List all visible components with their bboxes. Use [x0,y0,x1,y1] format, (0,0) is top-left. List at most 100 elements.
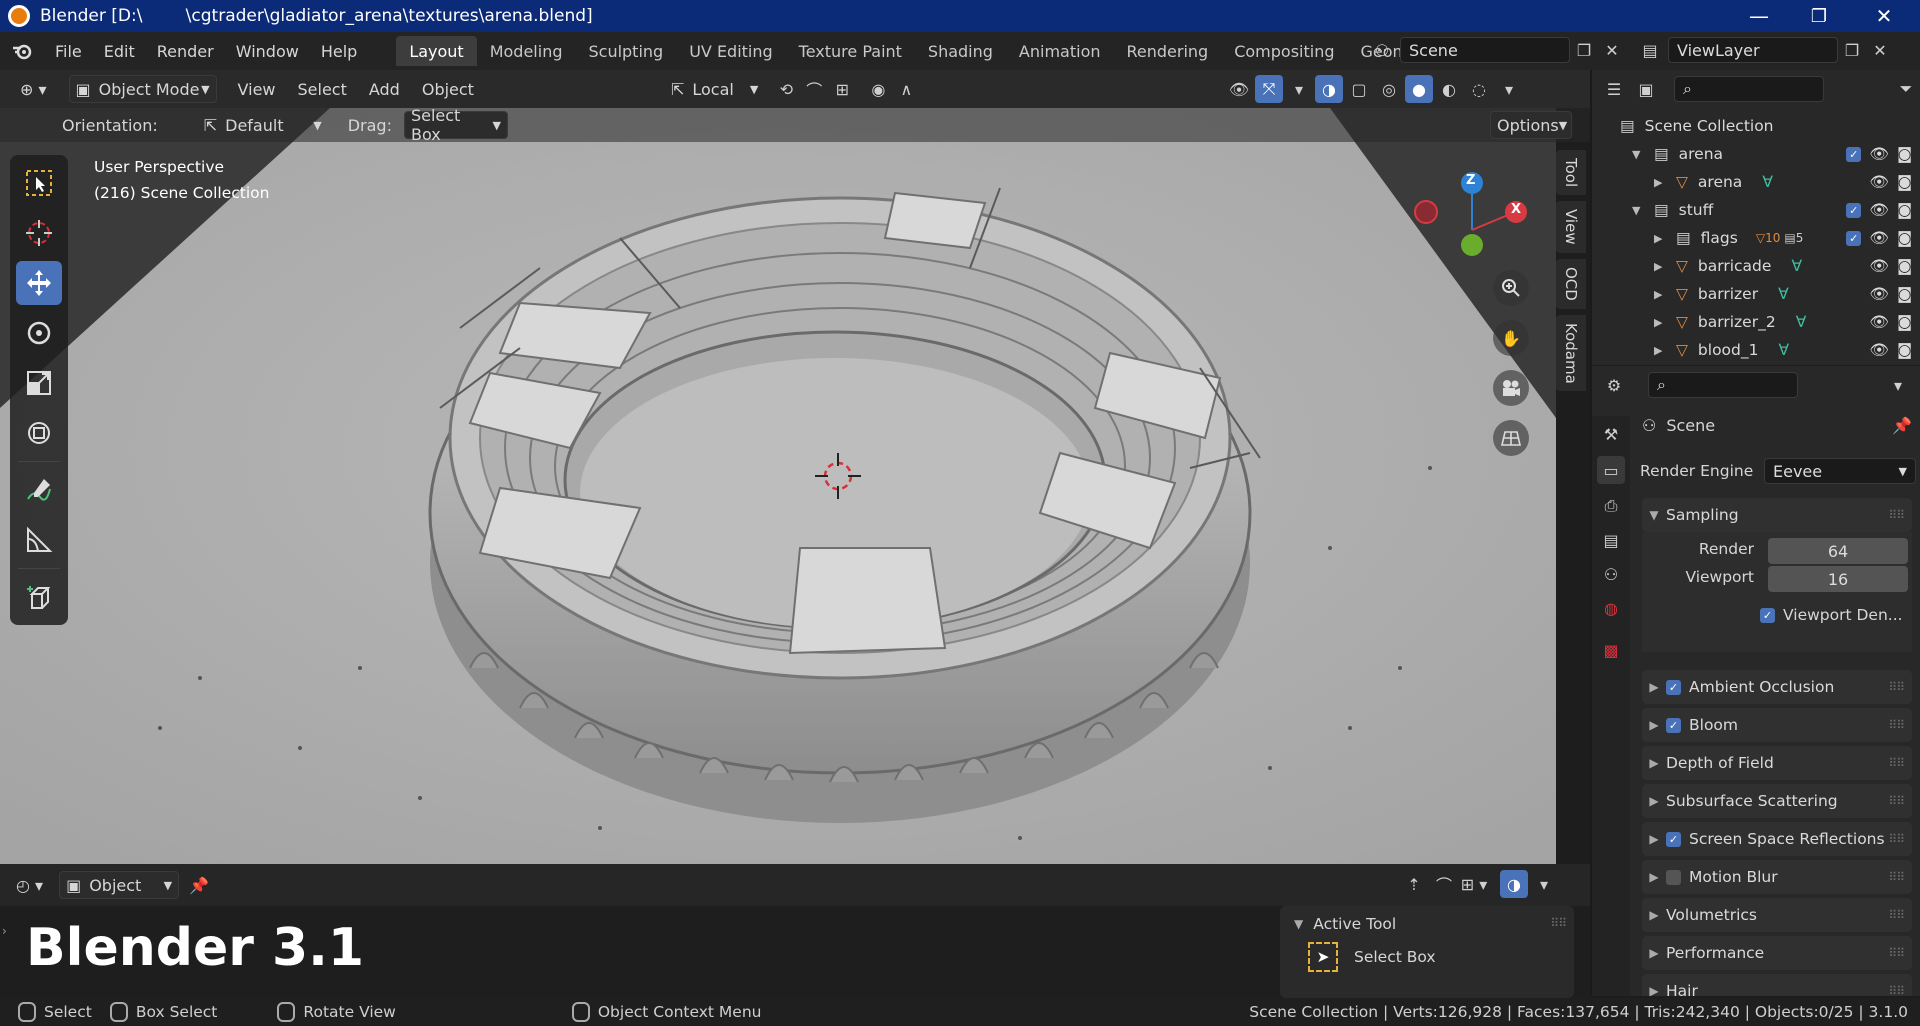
properties-editor-icon[interactable]: ⚙ [1600,371,1628,399]
panel-subsurface-scattering[interactable]: ▶ Subsurface Scattering ⠿⠿ [1642,784,1912,818]
menu-edit[interactable]: Edit [93,42,146,61]
eye-icon[interactable]: 👁 [1869,229,1889,247]
viewport-samples-field[interactable]: 16 [1768,566,1908,592]
orientation-dropdown[interactable]: ⇱ Default ▼ [198,111,328,139]
camera-render-icon[interactable]: ◙ [1897,201,1912,219]
outliner-row[interactable]: ▶ ▤ flags ▽10 ▤5 ✓ 👁 ◙ [1592,224,1920,252]
overlay-menu-icon[interactable]: ▾ [1530,870,1558,898]
menu-window[interactable]: Window [225,42,310,61]
drag-handle-icon[interactable]: ⠿⠿ [1888,794,1905,808]
tab-shading[interactable]: Shading [915,36,1006,66]
tab-rendering[interactable]: Rendering [1114,36,1222,66]
3d-viewport[interactable] [0,108,1556,864]
tab-texture-paint[interactable]: Texture Paint [786,36,915,66]
shading-menu-icon[interactable]: ▾ [1495,75,1523,103]
panel-checkbox[interactable] [1666,869,1681,885]
pan-hand-icon[interactable]: ✋ [1493,320,1529,356]
visibility-icon[interactable]: 👁 [1225,75,1253,103]
menu-select[interactable]: Select [287,80,358,99]
panel-screen-space-reflections[interactable]: ▶ ✓ Screen Space Reflections ⠿⠿ [1642,822,1912,856]
expand-arrow-icon[interactable]: ▶ [1654,316,1670,329]
tab-kodama[interactable]: Kodama [1556,314,1586,392]
tab-modeling[interactable]: Modeling [477,36,576,66]
pin-icon[interactable]: 📌 [1892,416,1912,435]
wireframe-shading-icon[interactable]: ◎ [1375,75,1403,103]
render-tab-icon[interactable]: ▭ [1597,456,1625,484]
panel-checkbox[interactable]: ✓ [1666,831,1681,847]
tab-ocd[interactable]: OCD [1556,258,1586,309]
transform-tool-icon[interactable] [16,411,62,455]
active-tool-row[interactable]: ➤ Select Box [1280,942,1574,972]
child-collection-badge[interactable]: ▤5 [1784,231,1803,245]
blender-menu-icon[interactable] [0,42,44,60]
material-shading-icon[interactable]: ◐ [1435,75,1463,103]
rotate-tool-icon[interactable] [16,311,62,355]
drag-handle-icon[interactable]: ⠿⠿ [1888,832,1905,846]
drag-dropdown[interactable]: Select Box ▼ [403,106,508,144]
drag-handle-icon[interactable]: ⠿⠿ [1888,680,1905,694]
tool-tab-icon[interactable]: ⚒ [1597,420,1625,448]
scene-selector[interactable]: Scene [1400,37,1570,63]
properties-search-input[interactable]: ⌕ [1648,372,1798,398]
delete-scene-icon[interactable]: ✕ [1598,36,1626,64]
eye-icon[interactable]: 👁 [1869,285,1889,303]
outliner-row[interactable]: ▶ ▽ arena ∀ 👁 ◙ [1592,168,1920,196]
expand-arrow-icon[interactable]: › [2,924,7,938]
falloff-icon[interactable]: ∧ [892,75,920,103]
select-box-tool-icon[interactable] [16,161,62,205]
expand-arrow-icon[interactable]: ▶ [1654,176,1670,189]
collapse-arrow-icon[interactable]: ▼ [1632,204,1648,217]
eye-icon[interactable]: 👁 [1869,313,1889,331]
measure-tool-icon[interactable] [16,518,62,562]
filter-icon[interactable]: ⏷ [1892,75,1920,103]
outliner-search-input[interactable]: ⌕ [1674,76,1824,102]
camera-render-icon[interactable]: ◙ [1897,229,1912,247]
mesh-data-icon[interactable]: ∀ [1778,341,1789,359]
expand-arrow-icon[interactable]: ▶ [1654,260,1670,273]
world-tab-icon[interactable]: ◍ [1597,594,1625,622]
expand-arrow-icon[interactable]: ▶ [1654,288,1670,301]
active-tool-header[interactable]: ▼ Active Tool ⠿⠿ [1280,906,1574,942]
eye-icon[interactable]: 👁 [1869,201,1889,219]
render-engine-dropdown[interactable]: Eevee ▼ [1764,458,1916,484]
close-button[interactable]: ✕ [1855,0,1913,32]
eye-icon[interactable]: 👁 [1869,173,1889,191]
gizmo-menu-icon[interactable]: ▾ [1285,75,1313,103]
pin-icon[interactable]: 📌 [185,871,213,899]
drag-handle-icon[interactable]: ⠿⠿ [1888,984,1905,996]
camera-render-icon[interactable]: ◙ [1897,313,1912,331]
new-scene-icon[interactable]: ❐ [1570,36,1598,64]
solid-shading-icon[interactable]: ● [1405,75,1433,103]
panel-motion-blur[interactable]: ▶ Motion Blur ⠿⠿ [1642,860,1912,894]
zoom-icon[interactable] [1493,270,1529,306]
editor-type-icon[interactable]: ⊕ ▾ [14,75,53,103]
chevron-down-icon[interactable]: ▾ [1884,371,1912,399]
mesh-data-icon[interactable]: ∀ [1778,285,1789,303]
outliner-row[interactable]: ▼ ▤ arena ✓ 👁 ◙ [1592,140,1920,168]
timeline-editor-icon[interactable]: ◴ ▾ [10,871,49,899]
outliner-row[interactable]: ▶ ▽ barrizer_2 ∀ 👁 ◙ [1592,308,1920,336]
drag-handle-icon[interactable]: ⠿⠿ [1888,756,1905,770]
panel-volumetrics[interactable]: ▶ Volumetrics ⠿⠿ [1642,898,1912,932]
new-view-layer-icon[interactable]: ❐ [1838,36,1866,64]
menu-render[interactable]: Render [146,42,225,61]
tab-tool[interactable]: Tool [1556,150,1586,196]
menu-add[interactable]: Add [358,80,411,99]
snap-icon[interactable]: ⌒ [800,75,828,103]
rendered-shading-icon[interactable]: ◌ [1465,75,1493,103]
viewport-denoise-toggle[interactable]: ✓ Viewport Den... [1760,606,1903,624]
tab-layout[interactable]: Layout [396,36,477,66]
drag-handle-icon[interactable]: ⠿⠿ [1888,870,1905,884]
output-tab-icon[interactable]: ⎙ [1597,492,1625,520]
options-dropdown[interactable]: Options ▼ [1490,111,1572,139]
panel-checkbox[interactable]: ✓ [1666,679,1681,695]
perspective-grid-icon[interactable] [1493,420,1529,456]
expand-arrow-icon[interactable]: ▶ [1654,344,1670,357]
transform-orientation-selector[interactable]: ⇱ Local ▼ [665,75,764,103]
exclude-checkbox[interactable]: ✓ [1846,146,1862,162]
texture-tab-icon[interactable]: ▩ [1597,636,1625,664]
pivot-icon[interactable]: ⟲ [772,75,800,103]
outliner-row[interactable]: ▼ ▤ stuff ✓ 👁 ◙ [1592,196,1920,224]
snap-icon[interactable]: ⌒ [1430,870,1458,898]
camera-render-icon[interactable]: ◙ [1897,341,1912,359]
